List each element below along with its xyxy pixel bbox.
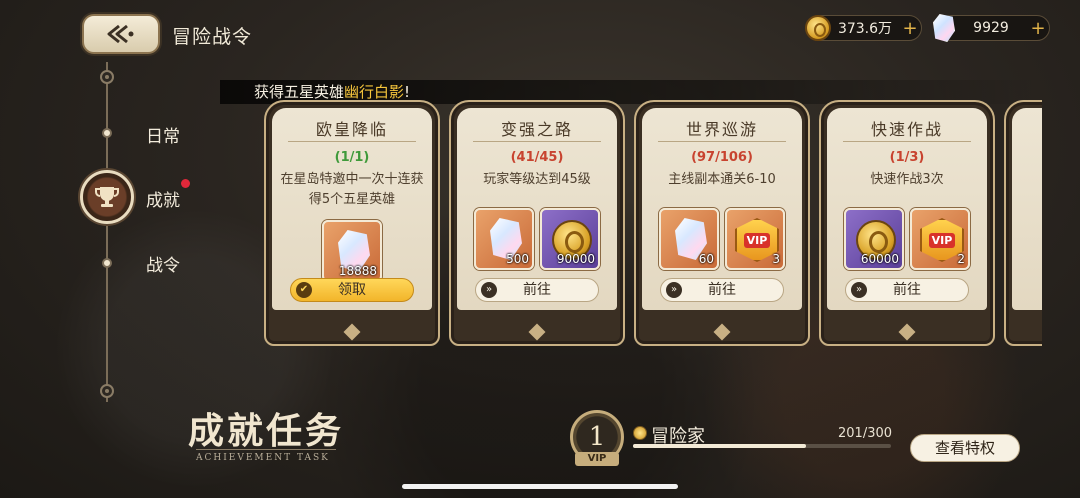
- home-indicator[interactable]: [402, 484, 678, 489]
- notification-dot: [181, 179, 190, 188]
- task-title: 变强之路: [500, 120, 573, 139]
- reward-item[interactable]: 60000: [844, 208, 904, 270]
- task-progress: (1/1): [334, 150, 370, 165]
- claim-button-label: 领取: [338, 282, 366, 298]
- task-card[interactable]: 世界巡游 (97/106) 主线副本通关6-10 60 VIP 3 » 前往: [634, 100, 810, 346]
- rank-progress-text: 201/300: [838, 426, 893, 441]
- reward-list: 60000 VIP 2: [827, 208, 987, 270]
- trophy-icon: [95, 187, 119, 207]
- gold-coin-icon: [805, 15, 831, 41]
- reward-item[interactable]: 60: [659, 208, 719, 270]
- nav-node-daily: [102, 128, 112, 138]
- add-gold-button[interactable]: +: [899, 18, 921, 39]
- arrow-right-icon: »: [851, 282, 867, 298]
- page-title: 冒险战令: [172, 26, 253, 48]
- rank-progress-fill: [633, 444, 806, 448]
- nav-node-top: [100, 70, 114, 84]
- section-subtitle: ACHIEVEMENT TASK: [196, 453, 330, 463]
- go-button-label: 前往: [893, 282, 921, 298]
- go-button[interactable]: » 前往: [475, 278, 599, 302]
- task-description: 在星岛特邀中一次十连获得5个五星英雄: [280, 172, 424, 207]
- task-progress: (97/106): [691, 150, 753, 165]
- crystal-icon: [933, 14, 955, 42]
- task-card-body: [1012, 108, 1042, 310]
- divider: [196, 449, 336, 450]
- crystal-currency: 9929 +: [933, 14, 1050, 42]
- reward-item[interactable]: 18888: [322, 220, 382, 282]
- reward-item[interactable]: VIP 2: [910, 208, 970, 270]
- check-icon: ✔: [296, 282, 312, 298]
- reward-quantity: 2: [957, 252, 965, 266]
- task-title: 快速作战: [870, 120, 943, 139]
- reward-list: 18888: [272, 220, 432, 282]
- task-description: 玩家等级达到45级: [483, 172, 591, 187]
- reward-quantity: 18888: [338, 264, 377, 278]
- nav-item-achievement[interactable]: 成就: [146, 186, 180, 211]
- reward-quantity: 3: [772, 252, 780, 266]
- back-arrow-icon: [107, 24, 134, 44]
- arrow-right-icon: »: [666, 282, 682, 298]
- back-button[interactable]: [82, 14, 160, 54]
- crystal-amount: 9929: [973, 20, 1009, 36]
- nav-timeline: [106, 62, 108, 402]
- nav-node-achievement-active[interactable]: [80, 170, 134, 224]
- nav-node-pass: [102, 258, 112, 268]
- task-card[interactable]: 欧皇降临 (1/1) 在星岛特邀中一次十连获得5个五星英雄 18888 ✔ 领取: [264, 100, 440, 346]
- task-description: 主线副本通关6-10: [668, 172, 776, 187]
- task-card[interactable]: 快速作战 (1/3) 快速作战3次 60000 VIP 2 » 前往: [819, 100, 995, 346]
- task-progress: (41/45): [510, 150, 564, 165]
- reward-list: 60 VIP 3: [642, 208, 802, 270]
- task-title: 欧皇降临: [315, 120, 388, 139]
- reward-quantity: 500: [506, 252, 529, 266]
- arrow-right-icon: »: [481, 282, 497, 298]
- rank-progress-bar: [633, 444, 891, 448]
- section-title: 成就任务: [188, 410, 345, 452]
- divider: [658, 141, 786, 142]
- task-title: 世界巡游: [685, 120, 758, 139]
- divider: [288, 141, 416, 142]
- task-description: 快速作战3次: [870, 172, 944, 187]
- divider: [473, 141, 601, 142]
- gold-amount: 373.6万: [837, 21, 893, 37]
- claim-button[interactable]: ✔ 领取: [290, 278, 414, 302]
- go-button-label: 前往: [523, 282, 551, 298]
- task-card-partial[interactable]: [1004, 100, 1042, 346]
- gold-currency: 373.6万 +: [805, 15, 922, 41]
- card-ornament: [528, 323, 546, 341]
- reward-item[interactable]: VIP 3: [725, 208, 785, 270]
- task-progress: (1/3): [889, 150, 925, 165]
- reward-item[interactable]: 500: [474, 208, 534, 270]
- nav-node-bottom: [100, 384, 114, 398]
- divider: [843, 141, 971, 142]
- go-button[interactable]: » 前往: [660, 278, 784, 302]
- reward-item[interactable]: 90000: [540, 208, 600, 270]
- vip-tag: VIP: [575, 452, 619, 466]
- go-button-label: 前往: [708, 282, 736, 298]
- task-card[interactable]: 变强之路 (41/45) 玩家等级达到45级 500 90000 » 前往: [449, 100, 625, 346]
- card-ornament: [713, 323, 731, 341]
- nav-item-daily[interactable]: 日常: [146, 122, 180, 147]
- rank-icon: [633, 426, 647, 440]
- add-crystal-button[interactable]: +: [1027, 18, 1049, 39]
- go-button[interactable]: » 前往: [845, 278, 969, 302]
- task-card-list[interactable]: 欧皇降临 (1/1) 在星岛特邀中一次十连获得5个五星英雄 18888 ✔ 领取…: [250, 90, 1042, 360]
- reward-quantity: 90000: [556, 252, 595, 266]
- card-ornament: [343, 323, 361, 341]
- reward-quantity: 60000: [860, 252, 899, 266]
- reward-quantity: 60: [698, 252, 714, 266]
- nav-item-battle-pass[interactable]: 战令: [146, 251, 180, 276]
- view-privileges-button[interactable]: 查看特权: [910, 434, 1020, 462]
- card-ornament: [898, 323, 916, 341]
- reward-list: 500 90000: [457, 208, 617, 270]
